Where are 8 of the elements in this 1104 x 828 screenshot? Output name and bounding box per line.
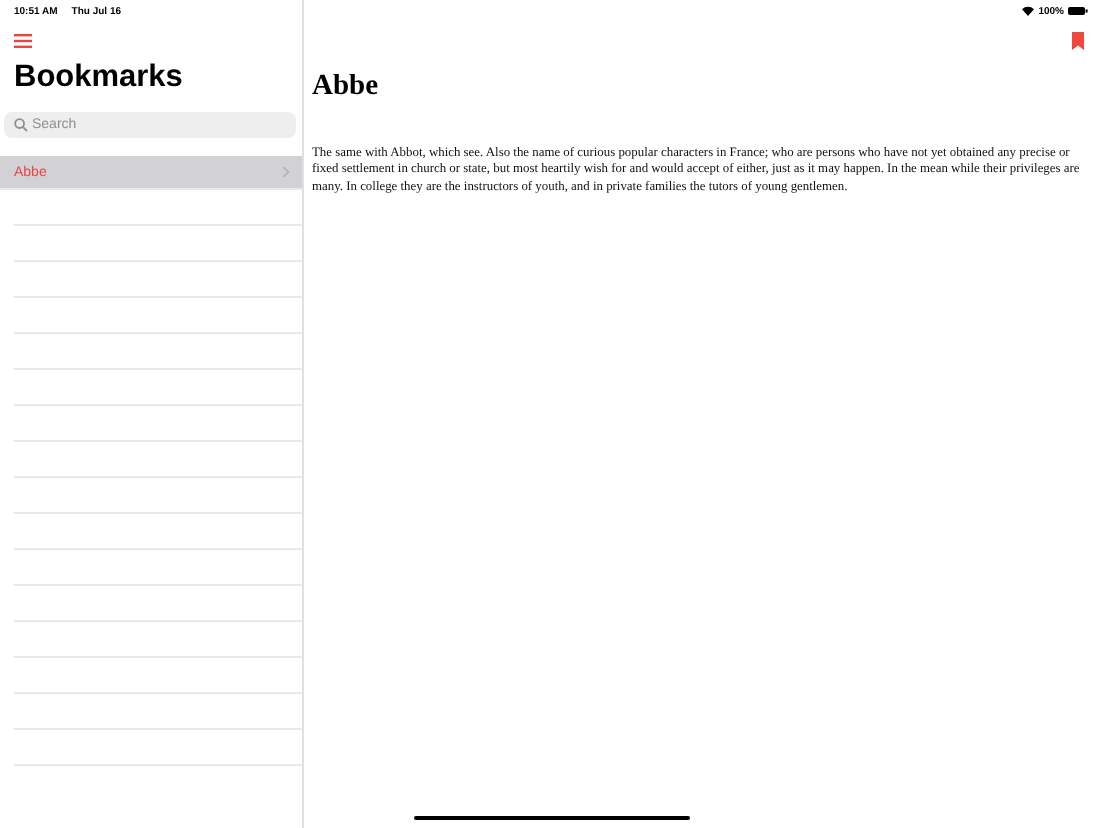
chevron-icon — [282, 166, 290, 178]
entry-title: Abbe — [312, 70, 381, 104]
sidebar-title: Bookmarks — [14, 58, 185, 98]
wifi-icon — [1022, 6, 1035, 16]
battery-icon — [1068, 6, 1088, 16]
home-indicator[interactable] — [414, 815, 690, 820]
menu-icon[interactable] — [14, 34, 32, 48]
bookmark-icon[interactable] — [1072, 32, 1084, 50]
